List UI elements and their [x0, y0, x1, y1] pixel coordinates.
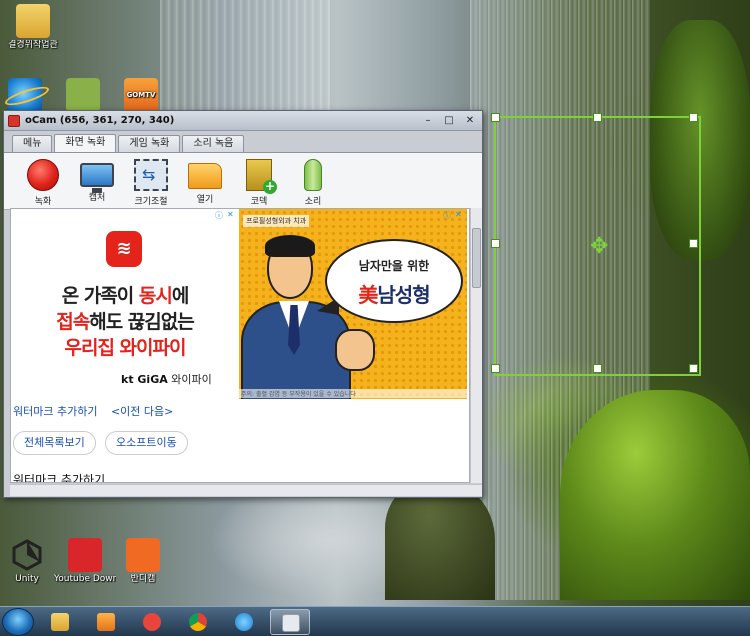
bubble-text-2: 美남성형: [358, 283, 430, 307]
unity-icon: [10, 538, 44, 572]
ad-close-icon[interactable]: ✕: [455, 210, 462, 219]
tab-game-recording[interactable]: 게임 녹화: [118, 135, 181, 152]
resize-handle-sw[interactable]: [491, 364, 500, 373]
internet-explorer-icon: [8, 78, 42, 112]
folder-icon: [51, 612, 69, 631]
sound-button[interactable]: 소리: [286, 159, 340, 209]
ocam-app-icon: [8, 114, 20, 127]
ad-headline-3: 우리집 와이파이: [64, 337, 187, 359]
youtube-downloader-icon: [68, 538, 102, 572]
cartoon-man-hair: [265, 235, 315, 257]
clinic-ad[interactable]: ⓘ ✕ 프로필성형외과 치과 남자만을 위한 美남성형 주의: 출혈 감염 등 …: [239, 209, 467, 399]
ad-info-icon[interactable]: ⓘ: [215, 210, 223, 221]
resize-handle-w[interactable]: [491, 239, 500, 248]
ad-info-icon[interactable]: ⓘ: [443, 210, 451, 221]
section-title: 워터마크 추가하기: [13, 473, 106, 483]
codec-button[interactable]: 코덱: [232, 159, 286, 209]
desktop-icon-android[interactable]: [52, 78, 114, 114]
link-row: 워터마크 추가하기 <이전 다음>: [13, 403, 183, 419]
tab-audio-recording[interactable]: 소리 녹음: [182, 135, 245, 152]
microphone-icon: [126, 538, 160, 572]
resize-handle-ne[interactable]: [689, 113, 698, 122]
resize-handle-s[interactable]: [593, 364, 602, 373]
window-title: oCam (656, 361, 270, 340): [25, 115, 175, 126]
full-list-button[interactable]: 전체목록보기: [13, 431, 96, 455]
record-button[interactable]: 녹화: [16, 159, 70, 209]
toolbar: 녹화 캡처 크기조절 열기 코덱 소리: [4, 152, 482, 210]
ad-close-icon[interactable]: ✕: [227, 210, 234, 219]
resize-handle-nw[interactable]: [491, 113, 500, 122]
move-crosshair-icon[interactable]: ✥: [590, 236, 608, 258]
taskbar: [0, 606, 750, 636]
media-player-icon: [97, 612, 115, 631]
title-bar[interactable]: oCam (656, 361, 270, 340) – □ ✕: [4, 111, 482, 131]
resize-icon: [134, 159, 168, 191]
start-button[interactable]: [2, 607, 34, 636]
kt-wifi-logo-icon: ≋: [106, 231, 142, 267]
close-button[interactable]: ✕: [461, 113, 479, 129]
ad-web-content: ⓘ ✕ ≋ 온 가족이 동시에 접속해도 끊김없는 우리집 와이파이 kt Gi…: [10, 208, 470, 483]
taskbar-ie[interactable]: [224, 609, 264, 635]
monitor-icon: [80, 163, 114, 193]
record-icon: [27, 159, 59, 191]
resize-button[interactable]: 크기조절: [124, 159, 178, 209]
clinic-name: 프로필성형외과 치과: [243, 215, 310, 227]
gom-player-icon: [143, 612, 161, 631]
taskbar-media-player[interactable]: [86, 609, 126, 635]
rock: [385, 480, 495, 600]
android-icon: [66, 78, 100, 112]
window-bottom-bar: [10, 484, 482, 496]
recording-area-selection[interactable]: ✥: [491, 113, 701, 376]
maximize-button[interactable]: □: [440, 113, 458, 129]
taskbar-chrome[interactable]: [178, 609, 218, 635]
codec-film-icon: [246, 159, 277, 194]
tab-bar: 메뉴 화면 녹화 게임 녹화 소리 녹음: [4, 134, 482, 152]
ocam-window: oCam (656, 361, 270, 340) – □ ✕ 메뉴 화면 녹화…: [3, 110, 483, 498]
bubble-text-1: 남자만을 위한: [358, 259, 430, 273]
tab-screen-recording[interactable]: 화면 녹화: [54, 134, 117, 152]
desktop-icon-unity[interactable]: Unity: [0, 538, 58, 585]
scrollbar-thumb[interactable]: [472, 228, 481, 288]
ad-headline-2: 접속해도 끊김없는: [56, 311, 194, 333]
resize-handle-se[interactable]: [689, 364, 698, 373]
ad-brand: kt GiGA 와이파이: [121, 373, 212, 386]
gomtv-icon: GOMTV: [124, 78, 158, 112]
folder-icon: [188, 163, 222, 189]
watermark-link[interactable]: 워터마크 추가하기: [13, 405, 97, 418]
osoft-move-button[interactable]: 오소프트이동: [105, 431, 188, 455]
tab-menu[interactable]: 메뉴: [12, 135, 53, 152]
taskbar-ocam[interactable]: [270, 608, 310, 635]
microphone-icon: [304, 159, 322, 191]
kt-wifi-ad[interactable]: ⓘ ✕ ≋ 온 가족이 동시에 접속해도 끊김없는 우리집 와이파이 kt Gi…: [11, 209, 239, 399]
moss-rock-lower: [560, 390, 750, 600]
internet-explorer-icon: [235, 612, 253, 631]
minimize-button[interactable]: –: [419, 113, 437, 129]
desktop-icon-recorder[interactable]: 반디캠: [112, 538, 174, 585]
chrome-icon: [189, 612, 207, 631]
open-button[interactable]: 열기: [178, 159, 232, 209]
resize-handle-n[interactable]: [593, 113, 602, 122]
cartoon-man-hands: [335, 329, 375, 371]
vertical-scrollbar[interactable]: [470, 208, 482, 483]
taskbar-gom[interactable]: [132, 609, 172, 635]
desktop-icon-youtube-downloader[interactable]: Youtube Downloade...: [54, 538, 116, 585]
folder-icon: [16, 4, 50, 38]
resize-handle-e[interactable]: [689, 239, 698, 248]
taskbar-explorer[interactable]: [40, 609, 80, 635]
desktop-icon-folder[interactable]: 결경위작업관: [2, 4, 64, 51]
prev-next-link[interactable]: <이전 다음>: [111, 405, 173, 418]
desktop-icon-gomtv[interactable]: GOMTV: [110, 78, 172, 114]
ad-disclaimer: 주의: 출혈 감염 등 부작용이 있을 수 있습니다: [239, 389, 467, 398]
desktop-icon-ie[interactable]: [0, 78, 56, 114]
ocam-icon: [282, 613, 300, 632]
capture-button[interactable]: 캡처: [70, 159, 124, 209]
ad-headline-1: 온 가족이 동시에: [61, 285, 190, 307]
